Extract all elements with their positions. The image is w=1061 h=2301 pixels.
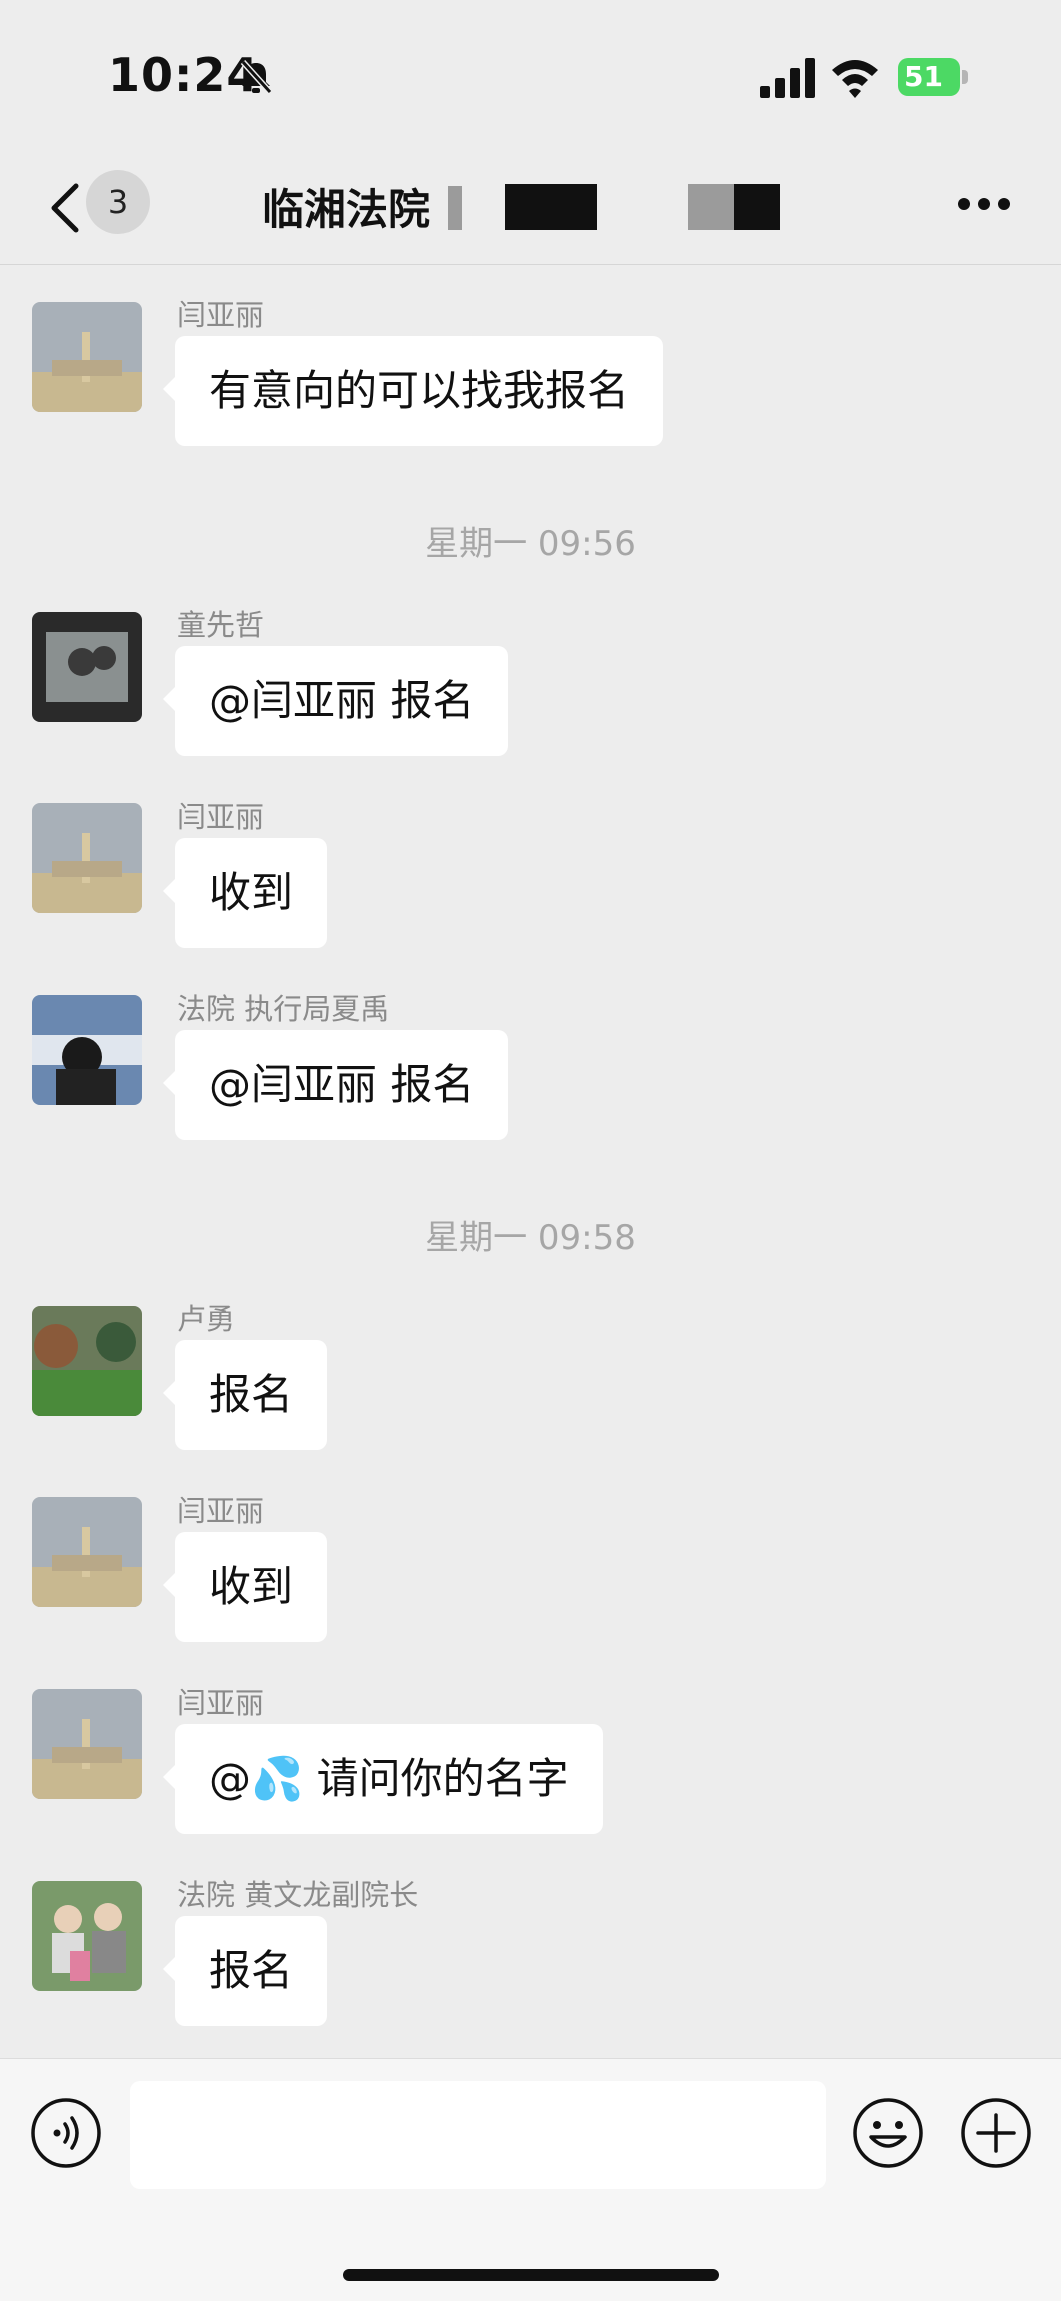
redaction-block xyxy=(688,184,736,230)
message-bubble[interactable]: @闫亚丽 报名 xyxy=(162,646,509,756)
redaction-block xyxy=(734,184,780,230)
avatar[interactable] xyxy=(32,1497,142,1607)
sender-name: 卢勇 xyxy=(177,1302,236,1336)
sender-name: 闫亚丽 xyxy=(177,800,265,834)
more-dots-icon[interactable] xyxy=(956,196,1012,212)
avatar[interactable] xyxy=(32,302,142,412)
avatar[interactable] xyxy=(32,1306,142,1416)
message-bubble[interactable]: 收到 xyxy=(162,838,328,948)
sender-name: 闫亚丽 xyxy=(177,1494,265,1528)
avatar[interactable] xyxy=(32,1689,142,1799)
redaction-block xyxy=(448,186,462,230)
avatar[interactable] xyxy=(32,803,142,913)
plus-icon[interactable] xyxy=(960,2097,1032,2169)
avatar[interactable] xyxy=(32,612,142,722)
message-input-bar xyxy=(0,2058,1061,2301)
sender-name: 童先哲 xyxy=(177,608,265,642)
voice-icon[interactable] xyxy=(30,2097,102,2169)
avatar[interactable] xyxy=(32,995,142,1105)
redaction-block xyxy=(505,184,597,230)
message-timestamp: 星期一 09:58 xyxy=(425,1218,636,1258)
sender-name: 法院 黄文龙副院长 xyxy=(177,1878,419,1912)
avatar[interactable] xyxy=(32,1881,142,1991)
wifi-icon xyxy=(832,60,878,98)
message-input[interactable] xyxy=(130,2081,826,2189)
message-bubble[interactable]: @💦 请问你的名字 xyxy=(163,1724,603,1834)
unread-count-badge[interactable]: 3 xyxy=(86,170,150,234)
status-bar: 10:24 51 xyxy=(0,0,1061,150)
cellular-signal-icon xyxy=(760,58,815,98)
chat-title: 临湘法院 xyxy=(262,185,431,234)
message-bubble[interactable]: 报名 xyxy=(162,1340,328,1450)
battery-indicator: 51 xyxy=(898,58,970,96)
message-bubble[interactable]: 收到 xyxy=(162,1532,328,1642)
message-bubble[interactable]: 报名 xyxy=(162,1916,328,2026)
emoji-icon[interactable] xyxy=(852,2097,924,2169)
message-bubble[interactable]: 有意向的可以找我报名 xyxy=(162,336,664,446)
message-timestamp: 星期一 09:56 xyxy=(425,524,636,564)
sender-name: 闫亚丽 xyxy=(177,1686,265,1720)
message-bubble[interactable]: @闫亚丽 报名 xyxy=(162,1030,509,1140)
sender-name: 闫亚丽 xyxy=(177,298,265,332)
battery-level: 51 xyxy=(904,60,943,93)
bell-slash-icon xyxy=(240,59,273,95)
sender-name: 法院 执行局夏禹 xyxy=(177,992,390,1026)
home-indicator xyxy=(343,2269,719,2281)
